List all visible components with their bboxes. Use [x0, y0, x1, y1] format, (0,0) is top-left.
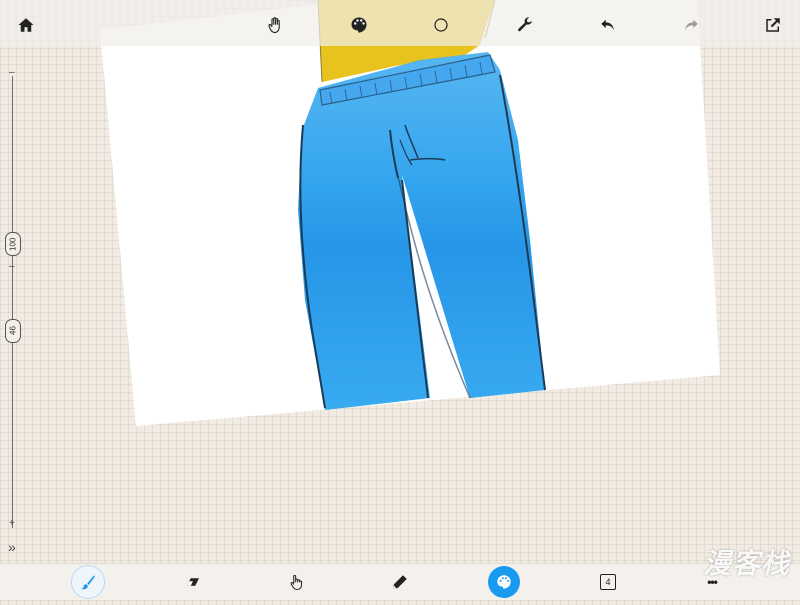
share-icon — [766, 18, 780, 32]
opacity-handle[interactable]: 46 — [5, 319, 21, 343]
brush-icon — [81, 575, 95, 590]
color-tool-button[interactable] — [488, 566, 520, 598]
opacity-minus-button[interactable]: – — [9, 262, 15, 272]
redo-button[interactable] — [676, 10, 706, 40]
pencil-icon — [393, 575, 407, 589]
brush-tool-button[interactable] — [71, 565, 105, 599]
expand-rail-button[interactable]: » — [8, 540, 16, 554]
smudge-tool-button[interactable] — [281, 567, 311, 597]
wrench-icon — [518, 17, 532, 32]
redo-icon — [685, 19, 698, 31]
color-button[interactable] — [344, 10, 374, 40]
hand-icon — [268, 17, 280, 34]
bottom-toolbar: 4 ••• — [0, 563, 800, 600]
watermark-logo: 漫客栈 — [702, 548, 790, 579]
undo-button[interactable] — [593, 10, 623, 40]
slider-track[interactable] — [12, 76, 13, 528]
share-button[interactable] — [758, 10, 788, 40]
settings-button[interactable] — [510, 10, 540, 40]
pan-button[interactable] — [260, 10, 290, 40]
undo-icon — [601, 19, 614, 31]
drawing-canvas[interactable] — [0, 0, 800, 600]
artwork — [100, 0, 720, 426]
top-toolbar — [0, 0, 800, 46]
eraser-tool-button[interactable] — [178, 567, 208, 597]
shape-button[interactable] — [426, 10, 456, 40]
layers-icon: 4 — [600, 574, 616, 590]
home-icon — [18, 18, 34, 32]
finger-icon — [290, 574, 303, 591]
brush-slider-rail: – 100 – 46 + » — [0, 46, 26, 564]
layers-count: 4 — [605, 577, 611, 587]
plus-button[interactable]: + — [9, 519, 15, 529]
palette-icon — [497, 575, 511, 589]
brush-size-handle[interactable]: 100 — [5, 232, 21, 256]
home-button[interactable] — [11, 10, 41, 40]
eraser-icon — [187, 578, 199, 586]
jeans-shape — [298, 52, 545, 410]
palette-icon — [351, 17, 367, 33]
layers-button[interactable]: 4 — [593, 567, 623, 597]
circle-icon — [434, 18, 448, 32]
pencil-tool-button[interactable] — [385, 567, 415, 597]
